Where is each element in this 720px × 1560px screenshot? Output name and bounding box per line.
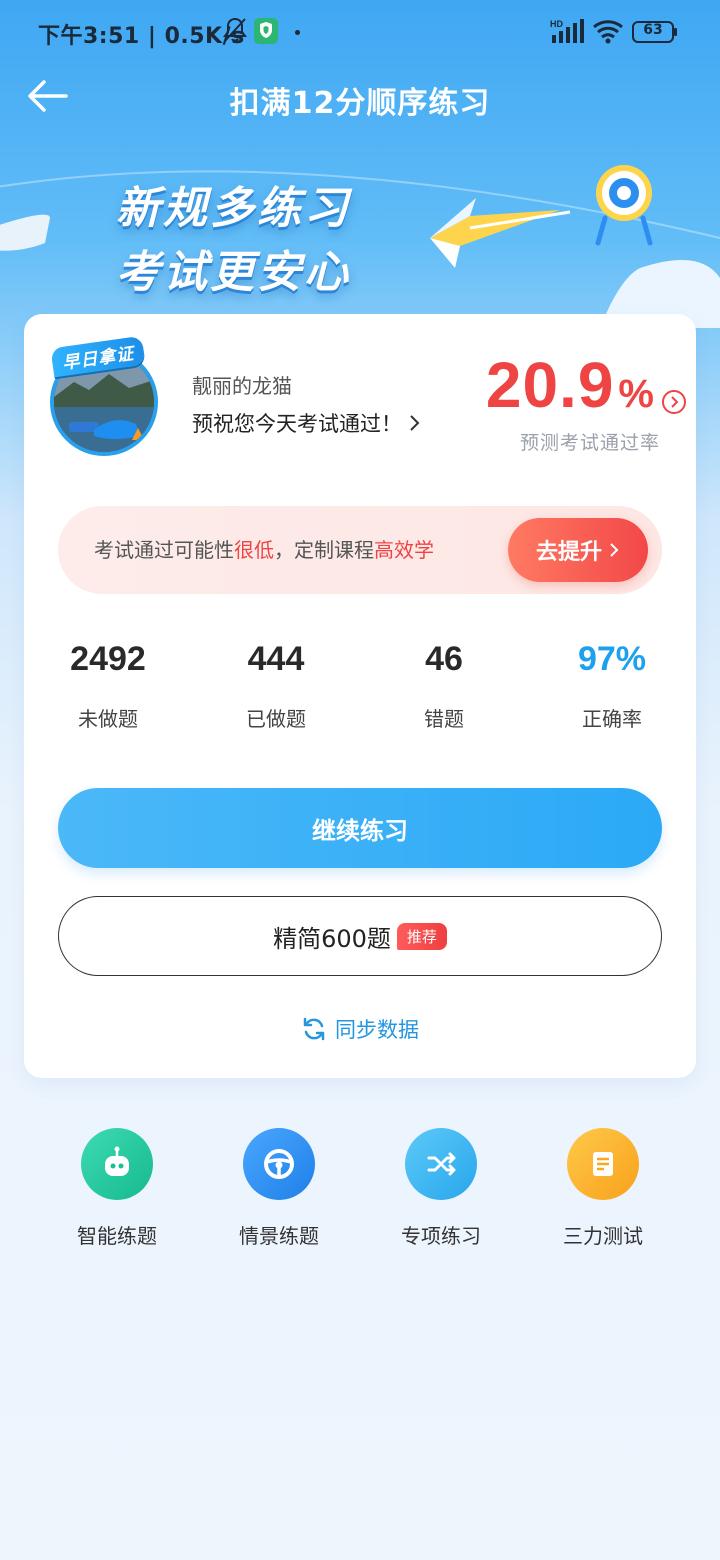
mute-bell-icon bbox=[223, 17, 247, 42]
battery-icon: 63 bbox=[632, 21, 678, 43]
network-type: HD bbox=[550, 19, 563, 29]
shield-icon bbox=[254, 18, 278, 44]
page-title: 扣满12分顺序练习 bbox=[229, 86, 491, 121]
wifi-icon bbox=[593, 20, 623, 44]
stat-accuracy[interactable]: 97% 正确率 bbox=[528, 640, 696, 732]
status-time-speed: 下午3:51 | 0.5K/s bbox=[38, 24, 245, 49]
pass-rate-label: 预测考试通过率 bbox=[519, 432, 660, 454]
wish-text: 预祝您今天考试通过！ bbox=[192, 412, 402, 436]
stat-value: 46 bbox=[425, 640, 463, 678]
stats-row: 2492 未做题 444 已做题 46 错题 97% 正确率 bbox=[24, 640, 696, 750]
status-bar: 下午3:51 | 0.5K/s HD 63 bbox=[0, 0, 720, 64]
banner-illustration bbox=[0, 165, 720, 328]
sync-label: 同步数据 bbox=[335, 1018, 419, 1042]
sync-icon bbox=[303, 1017, 325, 1041]
notice-highlight-efficient: 高效学 bbox=[374, 538, 434, 562]
cell-signal-icon: HD bbox=[550, 19, 584, 43]
chevron-right-icon bbox=[610, 543, 619, 557]
notice-text: 考试通过可能性很低，定制课程高效学 bbox=[94, 534, 434, 563]
tool-topic-practice[interactable]: 专项练习 bbox=[360, 1128, 522, 1249]
battery-level: 63 bbox=[643, 22, 663, 38]
tool-label: 情景练题 bbox=[239, 1224, 319, 1248]
stat-done[interactable]: 444 已做题 bbox=[192, 640, 360, 732]
notice-highlight-low: 很低 bbox=[234, 538, 274, 562]
tool-label: 专项练习 bbox=[401, 1224, 481, 1248]
simplified-600-button[interactable]: 精简600题 推荐 bbox=[58, 896, 662, 976]
notice-text-a: 考试通过可能性 bbox=[94, 538, 234, 562]
tool-three-abilities-test[interactable]: 三力测试 bbox=[522, 1128, 684, 1249]
stat-value: 2492 bbox=[70, 640, 146, 678]
improve-button[interactable]: 去提升 bbox=[508, 518, 648, 582]
stat-label: 错题 bbox=[424, 707, 464, 731]
shuffle-icon bbox=[405, 1128, 477, 1200]
app-screen: 下午3:51 | 0.5K/s HD 63 扣满12分顺序练习 新规多练习 考试… bbox=[0, 0, 720, 1560]
simplified-600-label: 精简600题 bbox=[273, 924, 391, 953]
stat-value: 97% bbox=[577, 640, 647, 678]
tool-label: 智能练题 bbox=[77, 1224, 157, 1248]
top-nav: 扣满12分顺序练习 bbox=[0, 64, 720, 128]
wish-link[interactable]: 预祝您今天考试通过！ bbox=[192, 408, 422, 438]
tools-grid: 智能练题 情景练题 专项练习 三力测试 bbox=[0, 1128, 720, 1258]
stat-value: 444 bbox=[247, 640, 305, 678]
practice-summary-card: 早日拿证 靓丽的龙猫 预祝您今天考试通过！ 20.9 % 预测考试通过率 考试通… bbox=[24, 314, 696, 1078]
tool-scenario-practice[interactable]: 情景练题 bbox=[198, 1128, 360, 1249]
user-name: 靓丽的龙猫 bbox=[192, 374, 292, 398]
tool-label: 三力测试 bbox=[563, 1224, 643, 1248]
recommend-badge: 推荐 bbox=[396, 922, 447, 950]
sync-data-link[interactable]: 同步数据 bbox=[24, 1014, 696, 1044]
promo-banner: 新规多练习 考试更安心 bbox=[0, 128, 720, 328]
pass-rate-unit: % bbox=[618, 372, 654, 416]
notification-dot bbox=[295, 30, 300, 35]
continue-practice-button[interactable]: 继续练习 bbox=[58, 788, 662, 868]
stat-label: 未做题 bbox=[78, 707, 138, 731]
stat-undone[interactable]: 2492 未做题 bbox=[24, 640, 192, 732]
stat-label: 正确率 bbox=[582, 707, 642, 731]
stat-label: 已做题 bbox=[246, 707, 306, 731]
banner-headline-2: 考试更安心 bbox=[116, 247, 351, 298]
stat-wrong[interactable]: 46 错题 bbox=[360, 640, 528, 732]
improve-notice: 考试通过可能性很低，定制课程高效学 去提升 bbox=[58, 506, 662, 594]
banner-headline-1: 新规多练习 bbox=[116, 183, 351, 234]
pass-rate-value: 20.9 bbox=[485, 349, 615, 421]
steering-wheel-icon bbox=[243, 1128, 315, 1200]
chevron-right-icon bbox=[410, 415, 420, 431]
avatar[interactable]: 早日拿证 bbox=[46, 335, 164, 458]
robot-icon bbox=[81, 1128, 153, 1200]
tool-smart-practice[interactable]: 智能练题 bbox=[36, 1128, 198, 1249]
notice-text-b: ，定制课程 bbox=[274, 538, 374, 562]
pass-rate: 20.9 % bbox=[486, 348, 654, 422]
document-icon bbox=[567, 1128, 639, 1200]
improve-button-label: 去提升 bbox=[535, 540, 602, 565]
chevron-circle-right-icon[interactable] bbox=[662, 390, 686, 414]
